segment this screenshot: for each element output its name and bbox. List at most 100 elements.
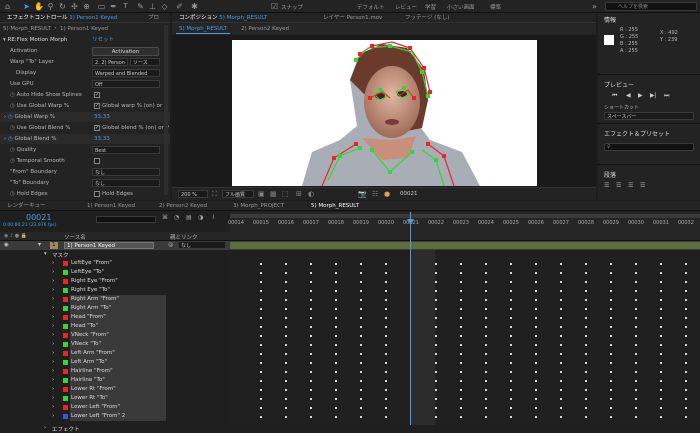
- keyframe[interactable]: [585, 362, 587, 364]
- keyframe[interactable]: [335, 290, 337, 292]
- first-frame-icon[interactable]: ⏮: [612, 92, 617, 100]
- keyframe[interactable]: [285, 398, 287, 400]
- pan-behind-icon[interactable]: ⊕: [82, 2, 91, 11]
- keyframe[interactable]: [285, 416, 287, 418]
- keyframe[interactable]: [585, 317, 587, 319]
- warp-source-dropdown[interactable]: ソース: [130, 58, 160, 66]
- keyframe[interactable]: [260, 380, 262, 382]
- puppet-pin-icon[interactable]: ✱: [190, 2, 199, 11]
- comp-timecode[interactable]: 00021: [400, 191, 418, 197]
- tab-project[interactable]: プロ: [145, 14, 162, 23]
- keyframe[interactable]: [310, 326, 312, 328]
- keyframe[interactable]: [685, 389, 687, 391]
- keyframe[interactable]: [535, 362, 537, 364]
- keyframe[interactable]: [560, 371, 562, 373]
- mask-row[interactable]: › Lower Left "From" 2: [0, 412, 230, 421]
- mask-keyframe-lane[interactable]: [230, 340, 700, 349]
- keyframe[interactable]: [435, 263, 437, 265]
- tab-comp-morph-project[interactable]: 3) Morph_PROJECT: [230, 202, 287, 211]
- snap-checkbox-icon[interactable]: ☑: [270, 2, 279, 11]
- mask-name[interactable]: Left Arm "To": [70, 358, 166, 367]
- keyframe[interactable]: [610, 272, 612, 274]
- keyframe[interactable]: [260, 407, 262, 409]
- snapshot-icon[interactable]: 📷: [358, 190, 367, 198]
- keyframe[interactable]: [335, 371, 337, 373]
- keyframe[interactable]: [510, 299, 512, 301]
- keyframe[interactable]: [360, 281, 362, 283]
- timeline-search-input[interactable]: [96, 216, 156, 223]
- keyframe[interactable]: [660, 398, 662, 400]
- mask-keyframe-lane[interactable]: [230, 277, 700, 286]
- mask-keyframe-lane[interactable]: [230, 268, 700, 277]
- keyframe[interactable]: [435, 299, 437, 301]
- mask-row[interactable]: › LeftEye "From": [0, 259, 230, 268]
- masks-expand-icon[interactable]: ▾: [44, 251, 47, 257]
- keyframe[interactable]: [685, 380, 687, 382]
- keyframe[interactable]: [610, 344, 612, 346]
- mask-row[interactable]: › Head "From": [0, 313, 230, 322]
- keyframe[interactable]: [310, 281, 312, 283]
- keyframe[interactable]: [585, 281, 587, 283]
- timeline-timecode[interactable]: 00021: [26, 213, 51, 222]
- keyframe[interactable]: [335, 281, 337, 283]
- keyframe[interactable]: [460, 371, 462, 373]
- keyframe[interactable]: [560, 380, 562, 382]
- keyframe[interactable]: [310, 308, 312, 310]
- keyframe[interactable]: [310, 398, 312, 400]
- keyframe[interactable]: [385, 308, 387, 310]
- keyframe[interactable]: [285, 353, 287, 355]
- workspace-small-screen[interactable]: 小さい画面: [447, 3, 475, 11]
- keyframe[interactable]: [485, 380, 487, 382]
- parent-dropdown[interactable]: なし: [178, 241, 226, 249]
- subtab-morph-result[interactable]: 5) Morph_RESULT: [176, 25, 230, 34]
- last-frame-icon[interactable]: ⏭: [664, 92, 669, 100]
- keyframe[interactable]: [385, 362, 387, 364]
- keyframe[interactable]: [535, 263, 537, 265]
- keyframe[interactable]: [510, 371, 512, 373]
- keyframe[interactable]: [360, 398, 362, 400]
- keyframe[interactable]: [460, 326, 462, 328]
- keyframe[interactable]: [560, 353, 562, 355]
- brush-tool-icon[interactable]: ✎: [136, 2, 145, 11]
- mask-name[interactable]: Right Arm "From": [70, 295, 166, 304]
- keyframe[interactable]: [460, 290, 462, 292]
- keyframe[interactable]: [560, 272, 562, 274]
- keyframe[interactable]: [360, 290, 362, 292]
- keyframe[interactable]: [285, 371, 287, 373]
- keyframe[interactable]: [335, 416, 337, 418]
- keyframe[interactable]: [635, 371, 637, 373]
- effects-expand-icon[interactable]: ›: [44, 425, 46, 431]
- keyframe[interactable]: [585, 299, 587, 301]
- keyframe[interactable]: [260, 281, 262, 283]
- keyframe[interactable]: [310, 317, 312, 319]
- keyframe[interactable]: [685, 371, 687, 373]
- keyframe[interactable]: [660, 344, 662, 346]
- global-warp-value[interactable]: 33.33: [94, 112, 110, 122]
- keyframe[interactable]: [310, 290, 312, 292]
- keyframe[interactable]: [260, 353, 262, 355]
- keyframe[interactable]: [460, 416, 462, 418]
- keyframe[interactable]: [460, 272, 462, 274]
- keyframe[interactable]: [460, 281, 462, 283]
- keyframe[interactable]: [335, 353, 337, 355]
- tab-comp-morph-result[interactable]: 5) Morph_RESULT: [308, 202, 362, 211]
- zoom-dropdown[interactable]: 200 %: [178, 190, 208, 198]
- use-blend-checkbox[interactable]: ✓: [94, 125, 100, 131]
- keyframe[interactable]: [335, 263, 337, 265]
- keyframe[interactable]: [635, 317, 637, 319]
- keyframe[interactable]: [360, 380, 362, 382]
- keyframe[interactable]: [385, 398, 387, 400]
- keyframe[interactable]: [360, 308, 362, 310]
- keyframe[interactable]: [385, 344, 387, 346]
- mask-keyframe-lane[interactable]: [230, 376, 700, 385]
- col-parent-link[interactable]: 親とリンク: [170, 233, 198, 241]
- mask-name[interactable]: Hairline "From": [70, 367, 166, 376]
- mask-expand-icon[interactable]: ›: [52, 358, 54, 367]
- keyframe[interactable]: [260, 416, 262, 418]
- mask-color-swatch[interactable]: [63, 270, 68, 275]
- keyframe[interactable]: [685, 416, 687, 418]
- keyframe[interactable]: [585, 344, 587, 346]
- keyframe[interactable]: [660, 299, 662, 301]
- keyframe[interactable]: [260, 299, 262, 301]
- col-source-name[interactable]: ソース名: [64, 233, 86, 241]
